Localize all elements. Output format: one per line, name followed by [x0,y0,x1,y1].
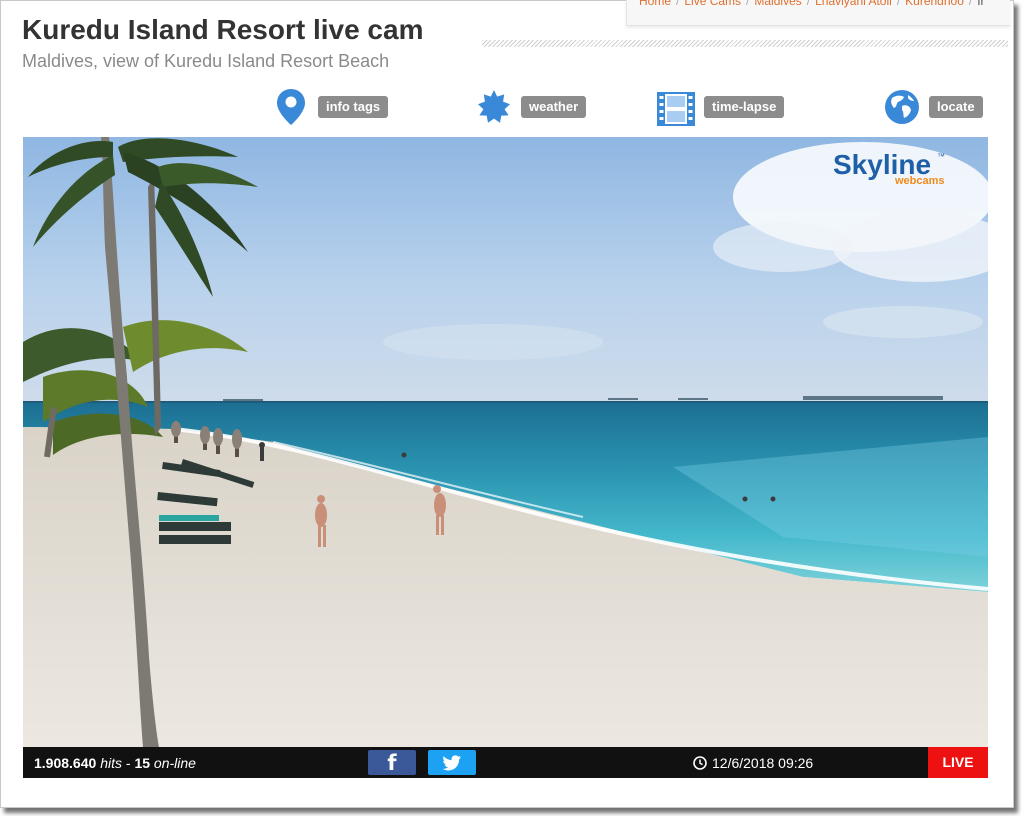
info-tags-button[interactable]: info tags [276,88,391,128]
weather-button[interactable]: weather [477,88,589,128]
locate-button[interactable]: locate [884,88,984,128]
hits-count: 1.908.640 [34,755,97,771]
facebook-icon: f [387,751,397,775]
time-lapse-button[interactable]: time-lapse [657,88,785,128]
film-strip-icon [657,92,695,126]
page-subtitle: Maldives, view of Kuredu Island Resort B… [22,51,390,71]
page-title: Kuredu Island Resort live cam [22,14,423,46]
page-title-strong: Kuredu Island Resort [22,14,306,45]
globe-icon [885,90,919,124]
hits-counter: 1.908.640 hits - 15 on-line [34,755,196,771]
time-lapse-label: time-lapse [704,96,785,118]
skyline-logo-tm: ™ [937,152,945,161]
map-pin-icon [277,89,305,125]
facebook-share-button[interactable]: f [368,750,416,775]
live-badge[interactable]: LIVE [928,747,988,778]
cam-timestamp: 12/6/2018 09:26 [712,755,814,771]
status-bar: 1.908.640 hits - 15 on-line f 12/6/2018 … [23,747,988,778]
online-count: 15 [134,755,151,771]
breadcrumb-live-cams[interactable]: Live Cams [684,0,741,8]
breadcrumb-separator: / [896,0,901,8]
online-label: on-line [153,755,196,771]
breadcrumb: Home / Live Cams / Maldives / Lhaviyani Atoll /… [639,0,985,8]
info-tags-label: info tags [318,96,389,118]
breadcrumb-box: Home / Live Cams / Maldives / Lhaviyani Atoll /… [626,0,1010,26]
hits-label: hits [100,755,122,771]
webcam-image: Skyline ™ webcams [23,137,988,747]
breadcrumb-home[interactable]: Home [639,0,671,8]
skyline-logo-subtext: webcams [894,175,945,187]
weather-label: weather [521,96,587,118]
clock-icon [693,756,707,770]
decorative-stripe [482,40,1008,47]
hits-separator: - [125,755,131,771]
twitter-share-button[interactable] [428,750,476,775]
breadcrumb-maldives[interactable]: Maldives [754,0,801,8]
webcam-player[interactable]: Skyline ™ webcams [23,137,988,747]
breadcrumb-kurendhoo[interactable]: Kurendhoo [905,0,964,8]
breadcrumb-separator: / [676,0,680,8]
breadcrumb-current: Ir [977,0,985,8]
breadcrumb-separator: / [968,0,973,8]
breadcrumb-lhaviyani-atoll[interactable]: Lhaviyani Atoll [815,0,892,8]
locate-label: locate [929,96,983,118]
breadcrumb-separator: / [746,0,750,8]
twitter-icon [442,755,461,771]
page-title-rest: live cam [312,14,424,45]
sun-badge-icon [478,90,510,123]
breadcrumb-separator: / [806,0,811,8]
